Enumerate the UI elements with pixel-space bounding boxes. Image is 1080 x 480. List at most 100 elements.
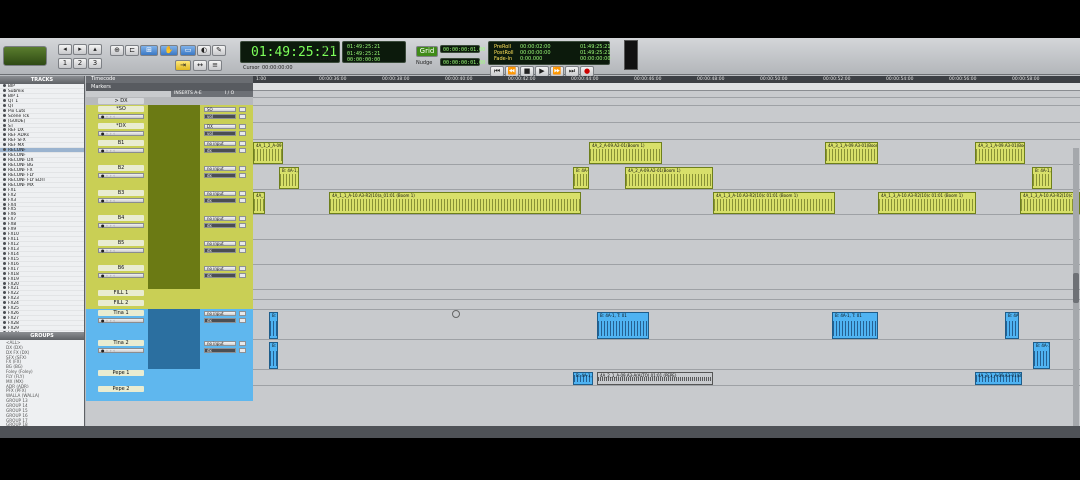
audio-clip[interactable]: B: 4A-1, T: 01 [269,342,278,369]
track-visibility-icon[interactable] [3,246,6,250]
io-toggle-icon[interactable] [239,131,246,136]
link-track-button[interactable]: ≡ [208,60,222,71]
track-header[interactable]: *SO SO vol ● ◦ ◦ ◦ [86,105,253,122]
track-visibility-icon[interactable] [3,118,6,122]
track-playlist-lane[interactable] [253,239,1080,264]
track-visibility-icon[interactable] [3,316,6,320]
track-header[interactable]: FILL 2 [86,299,253,309]
output-selector[interactable]: dx [204,223,236,228]
track-name[interactable]: FILL 2 [98,300,144,306]
track-header[interactable]: B5 no input dx ● ◦ ◦ ◦ [86,239,253,264]
insert-slots[interactable] [148,189,200,214]
track-header[interactable]: > DX [86,97,253,105]
input-selector[interactable]: no input [204,191,236,196]
track-playlist-lane[interactable] [253,105,1080,122]
track-visibility-icon[interactable] [3,133,6,137]
audio-clip[interactable]: 4A_1_2_A-09.A2-02(1) 01:00 [253,142,283,164]
track-name[interactable]: Tina 1 [98,310,144,316]
track-controls[interactable]: ● ◦ ◦ ◦ [98,223,144,228]
track-visibility-icon[interactable] [3,212,6,216]
tab-to-transient-button[interactable]: ⇥ [175,60,191,71]
io-toggle-icon[interactable] [239,348,246,353]
zoom-out-button[interactable]: ◂ [58,44,72,55]
audio-clip[interactable]: B: 4A-1, T: 01 [597,312,649,339]
track-playlist-lane[interactable]: 4A_1_1_A-10.A3-R2(10)a_01:01 (Boom 1) 4A_… [253,189,1080,214]
selector-tool-icon[interactable]: ⊞ [140,45,158,56]
track-controls[interactable]: ● ◦ ◦ ◦ [98,131,144,136]
track-name[interactable]: B4 [98,215,144,221]
track-header[interactable]: FILL 1 [86,289,253,299]
zoomer-tool-icon[interactable]: ⊕ [110,45,124,56]
insert-slots[interactable] [148,139,200,164]
track-visibility-icon[interactable] [3,256,6,260]
output-selector[interactable]: dx [204,318,236,323]
track-visibility-icon[interactable] [3,88,6,92]
track-visibility-icon[interactable] [3,143,6,147]
io-toggle-icon[interactable] [239,191,246,196]
audio-clip[interactable]: B: 4A-1, T: 01 [1032,167,1052,189]
track-visibility-icon[interactable] [3,207,6,211]
insert-slots[interactable] [148,164,200,189]
io-toggle-icon[interactable] [239,318,246,323]
link-timeline-button[interactable]: ↔ [193,60,207,71]
output-selector[interactable]: dx [204,198,236,203]
grabber-tool-icon[interactable]: ✋ [160,45,178,56]
track-name[interactable]: FILL 1 [98,290,144,296]
output-selector[interactable]: dx [204,348,236,353]
track-visibility-icon[interactable] [3,286,6,290]
track-visibility-icon[interactable] [3,123,6,127]
track-visibility-icon[interactable] [3,281,6,285]
track-visibility-icon[interactable] [3,311,6,315]
io-toggle-icon[interactable] [239,223,246,228]
audio-clip[interactable]: 4A_3_1_A-09.A3-01(Boom 1) [975,142,1025,164]
insert-slots[interactable] [148,239,200,264]
insert-slots[interactable] [148,214,200,239]
track-header[interactable]: *DX DX vol ● ◦ ◦ ◦ [86,122,253,139]
io-toggle-icon[interactable] [239,124,246,129]
track-controls[interactable]: ● ◦ ◦ ◦ [98,198,144,203]
audio-clip[interactable]: 4A_1_3_A-10.A3-R2(10)c 01:01 (Boom 1) [713,192,835,214]
track-visibility-icon[interactable] [3,276,6,280]
track-visibility-icon[interactable] [3,163,6,166]
scrubber-tool-icon[interactable]: ◐ [197,45,211,56]
input-selector[interactable]: no input [204,216,236,221]
audio-clip[interactable]: 4A_3_1_A-09.A3-01(Boom 1) [825,142,878,164]
track-name[interactable]: B3 [98,190,144,196]
track-name[interactable]: *DX [98,123,144,129]
track-visibility-icon[interactable] [3,227,6,231]
track-visibility-icon[interactable] [3,306,6,310]
track-controls[interactable]: ● ◦ ◦ ◦ [98,148,144,153]
track-playlist-lane[interactable]: B: 4A-1, T: 01 4A_2_1_A-09.A3-A(ALTO) 01:… [253,369,1080,385]
vertical-scrollbar[interactable] [1073,148,1079,428]
track-header[interactable]: B1 no input dx ● ◦ ◦ ◦ [86,139,253,164]
track-playlist-lane[interactable] [253,214,1080,239]
track-visibility-icon[interactable] [3,202,6,206]
io-toggle-icon[interactable] [239,216,246,221]
track-visibility-icon[interactable] [3,187,6,191]
zoom-waveform-button[interactable]: ▴ [88,44,102,55]
output-selector[interactable]: dx [204,273,236,278]
track-header[interactable]: Pepe 1 [86,369,253,385]
track-visibility-icon[interactable] [3,113,6,117]
track-visibility-icon[interactable] [3,301,6,305]
track-visibility-icon[interactable] [3,177,6,181]
output-selector[interactable]: vol [204,131,236,136]
track-visibility-icon[interactable] [3,108,6,112]
track-visibility-icon[interactable] [3,296,6,300]
insert-slots[interactable] [148,105,200,122]
track-visibility-icon[interactable] [3,93,6,97]
track-visibility-icon[interactable] [3,325,6,329]
zoom-preset-box[interactable] [3,46,47,66]
audio-clip[interactable]: 4A_1_1_A-10.A3-R2(10)a_01:01 (Boom 1) [253,192,265,214]
track-visibility-icon[interactable] [3,330,6,332]
track-header[interactable]: B2 no input dx ● ◦ ◦ ◦ [86,164,253,189]
track-playlist-lane[interactable]: B: 4A-1, T: 01 B: 4A-1, T: 01 B: 4A-1, T: … [253,309,1080,339]
track-visibility-icon[interactable] [3,237,6,241]
track-visibility-icon[interactable] [3,148,6,152]
track-playlist-lane[interactable] [253,299,1080,309]
audio-clip[interactable]: 4A_1_3_A-10.A3-R2(10)c 01:01 (Boom 1) [1020,192,1080,214]
pencil-tool-icon[interactable]: ✎ [212,45,226,56]
track-controls[interactable]: ● ◦ ◦ ◦ [98,318,144,323]
insert-slots[interactable] [148,122,200,139]
track-controls[interactable]: ● ◦ ◦ ◦ [98,348,144,353]
